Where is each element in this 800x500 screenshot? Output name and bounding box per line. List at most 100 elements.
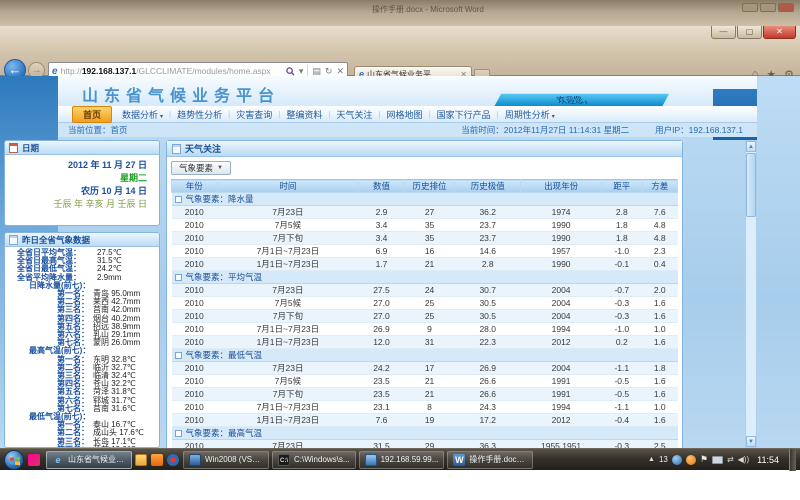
table-row[interactable]: 20107月5候27.02530.52004-0.31.6 (172, 297, 678, 310)
maximize-button[interactable]: ▢ (737, 26, 762, 39)
minimize-button[interactable]: — (711, 26, 736, 39)
current-time: 当前时间：2012年11月27日 11:14:31 星期二 (461, 124, 629, 136)
table-row[interactable]: 20107月下旬3.43523.719901.84.8 (172, 232, 678, 245)
scroll-up-icon[interactable]: ▲ (746, 141, 756, 152)
browser-chrome: — ▢ ✕ ← → e http://192.168.137.1/GLCCLIM… (0, 26, 800, 76)
table-cell: 1955,1951 (521, 440, 602, 449)
nav-item-5[interactable]: 整编资料 (280, 108, 328, 121)
table-row[interactable]: 20107月23日2.92736.219742.87.6 (172, 206, 678, 219)
task-button[interactable]: W操作手册.docx ... (447, 451, 533, 469)
table-row[interactable]: 20101月1日~7月23日1.7212.81990-0.10.4 (172, 258, 678, 271)
group-label: 气象要素：平均气温 (186, 272, 263, 282)
table-cell: 23.5 (359, 375, 405, 388)
close-button[interactable]: ✕ (763, 26, 796, 39)
table-cell: 1974 (521, 206, 602, 219)
task-button[interactable]: C:\C:\Windows\s... (272, 451, 356, 469)
group-checkbox[interactable] (175, 352, 182, 359)
search-icon[interactable] (286, 67, 295, 76)
table-cell: 36.2 (455, 206, 521, 219)
column-header[interactable]: 年份 (172, 180, 218, 193)
nav-item-9[interactable]: 周期性分析▾ (499, 108, 561, 121)
table-cell: 23.7 (455, 232, 521, 245)
taskbar-clock[interactable]: 11:54 (757, 455, 779, 465)
nav-item-7[interactable]: 网格地图 (381, 108, 429, 121)
table-row[interactable]: 20107月23日24.21726.92004-1.11.8 (172, 362, 678, 375)
element-filter-button[interactable]: 气象要素▼ (171, 161, 231, 175)
table-cell: 2.8 (455, 258, 521, 271)
browser-tray-icon[interactable] (686, 455, 696, 465)
table-row[interactable]: 20101月1日~7月23日12.03122.320120.21.6 (172, 336, 678, 349)
table-row[interactable]: 20107月1日~7月23日23.1824.31994-1.11.0 (172, 401, 678, 414)
scrollbar-thumb[interactable] (746, 153, 756, 217)
tray-expand-icon[interactable]: ▲ (648, 456, 655, 463)
table-row[interactable]: 20101月1日~7月23日7.61917.22012-0.41.6 (172, 414, 678, 427)
nav-item-2[interactable]: 数据分析▾ (116, 108, 169, 121)
column-header[interactable]: 距平 (602, 180, 642, 193)
table-cell: 27.5 (359, 284, 405, 297)
task-button[interactable]: e山东省气候业务平... (46, 451, 132, 469)
column-header[interactable]: 时间 (217, 180, 359, 193)
table-row[interactable]: 20107月下旬27.02530.52004-0.31.6 (172, 310, 678, 323)
taskbar: e山东省气候业务平... Win2008 (VS2...C:\C:\Windows… (0, 448, 800, 470)
group-header-cell: 气象要素：平均气温 (172, 271, 678, 284)
nav-item-6[interactable]: 天气关注 (330, 108, 378, 121)
column-header[interactable]: 出现年份 (521, 180, 602, 193)
table-cell: 1990 (521, 258, 602, 271)
nav-item-4[interactable]: 灾害查询 (230, 108, 278, 121)
table-cell: 30.5 (455, 297, 521, 310)
table-row[interactable]: 20107月5候3.43523.719901.84.8 (172, 219, 678, 232)
scroll-down-icon[interactable]: ▼ (746, 436, 756, 447)
table-row[interactable]: 20107月5候23.52126.61991-0.51.6 (172, 375, 678, 388)
group-checkbox[interactable] (175, 196, 182, 203)
group-checkbox[interactable] (175, 430, 182, 437)
task-button[interactable]: 192.168.59.99... (359, 451, 445, 469)
table-cell: 2010 (172, 206, 218, 219)
table-cell: 1.7 (359, 258, 405, 271)
compatibility-view-icon[interactable]: ▤ (312, 66, 321, 77)
table-cell: 27.0 (359, 297, 405, 310)
main-nav: 首页数据分析▾|趋势性分析|灾害查询|整编资料|天气关注|网格地图|国家下行产品… (58, 106, 757, 123)
nav-item-1[interactable]: 首页 (72, 106, 112, 123)
table-cell: 2.9 (359, 206, 405, 219)
stop-icon[interactable]: ✕ (336, 66, 344, 77)
orange-quicklaunch-icon[interactable] (151, 454, 163, 466)
folder-quicklaunch-icon[interactable] (135, 454, 147, 466)
table-cell: 2010 (172, 219, 218, 232)
refresh-icon[interactable]: ↻ (325, 66, 333, 77)
task-button[interactable]: Win2008 (VS2... (183, 451, 269, 469)
table-row[interactable]: 20107月1日~7月23日26.9928.01994-1.01.0 (172, 323, 678, 336)
table-row[interactable]: 20107月23日31.52936.31955,1951-0.32.5 (172, 440, 678, 449)
column-header[interactable]: 历史排位 (404, 180, 455, 193)
player-quicklaunch-icon[interactable] (167, 454, 179, 466)
nav-item-3[interactable]: 趋势性分析 (171, 108, 228, 121)
table-cell: 16 (404, 245, 455, 258)
url-text[interactable]: http://192.168.137.1/GLCCLIMATE/modules/… (61, 66, 286, 76)
group-header-row: 气象要素：降水量 (172, 193, 678, 206)
table-row[interactable]: 20107月1日~7月23日6.91614.61957-1.02.3 (172, 245, 678, 258)
table-row[interactable]: 20107月下旬23.52126.61991-0.51.6 (172, 388, 678, 401)
column-header[interactable]: 历史极值 (455, 180, 521, 193)
show-desktop-button[interactable] (789, 449, 796, 471)
column-header[interactable]: 数值 (359, 180, 405, 193)
table-cell: 19 (404, 414, 455, 427)
volume-tray-icon[interactable]: ◀)) (738, 455, 749, 464)
globe-tray-icon[interactable] (672, 455, 682, 465)
column-header[interactable]: 方差 (642, 180, 677, 193)
network-tray-icon[interactable]: ⇄ (727, 455, 734, 464)
nav-item-8[interactable]: 国家下行产品 (431, 108, 497, 121)
group-checkbox[interactable] (175, 274, 182, 281)
user-ip: 用户IP：192.168.137.1 (655, 124, 743, 136)
action-center-flag-icon[interactable]: ⚑ (700, 454, 708, 465)
start-button[interactable] (4, 450, 24, 470)
table-cell: -1.0 (602, 245, 642, 258)
table-cell: 7月23日 (217, 440, 359, 449)
search-dropdown-icon[interactable]: ▾ (299, 66, 304, 77)
display-tray-icon[interactable] (712, 456, 723, 464)
weather-panel-header: 昨日全省气象数据 (5, 233, 159, 247)
pinned-app-icon[interactable] (28, 454, 40, 466)
content-scrollbar[interactable]: ▲ ▼ (745, 140, 757, 448)
table-row[interactable]: 20107月23日27.52430.72004-0.72.0 (172, 284, 678, 297)
table-cell: 7月23日 (217, 362, 359, 375)
table-cell: 2010 (172, 310, 218, 323)
table-cell: 27 (404, 206, 455, 219)
